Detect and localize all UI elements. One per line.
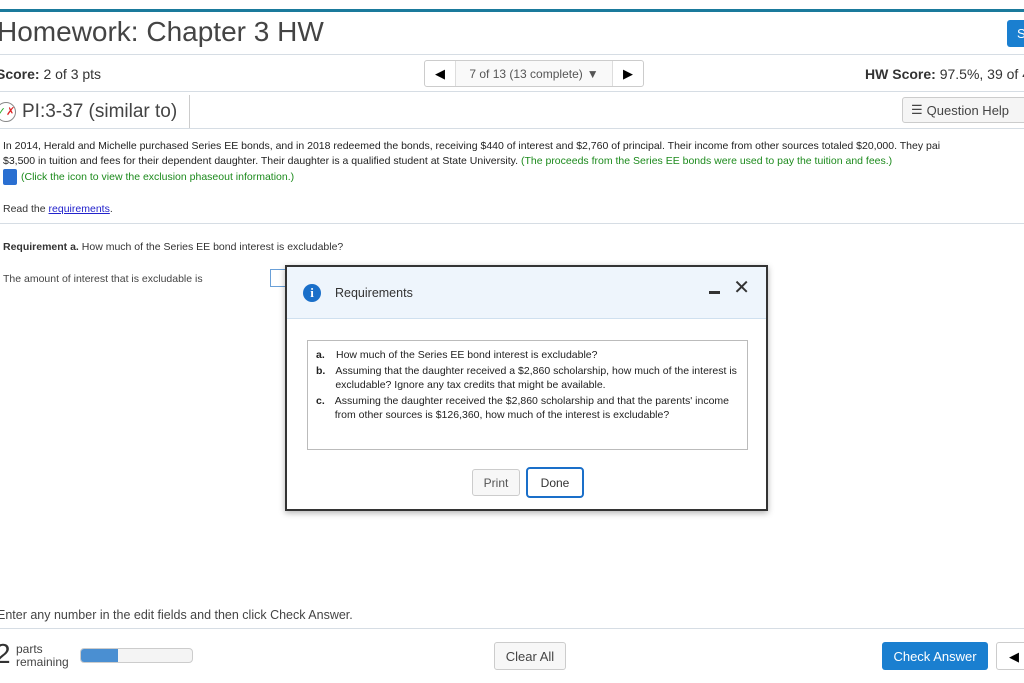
item-letter: a.	[316, 349, 325, 361]
amount-label: The amount of interest that is excludabl…	[3, 273, 203, 285]
question-text-line: $3,500 in tuition and fees for their dep…	[3, 155, 519, 167]
question-note: (The proceeds from the Series EE bonds w…	[520, 155, 893, 167]
score-value: 2 of 3 pts	[43, 66, 102, 82]
item-text: How much of the Series EE bond interest …	[336, 349, 598, 361]
requirement-heading: Requirement a. How much of the Series EE…	[3, 241, 343, 253]
close-button[interactable]: ✕	[733, 275, 750, 300]
requirement-item: a. How much of the Series EE bond interes…	[316, 348, 739, 362]
parts-progress-bar	[80, 648, 193, 663]
info-icon: i	[303, 283, 321, 302]
question-select-dropdown[interactable]: 7 of 13 (13 complete) ▼	[455, 61, 613, 86]
dialog-title: Requirements	[335, 285, 413, 300]
parts-remaining-count: 2	[0, 638, 11, 669]
divider	[0, 223, 1024, 224]
divider	[0, 54, 1024, 55]
read-suffix: .	[109, 203, 113, 215]
read-prefix: Read the	[3, 203, 46, 215]
divider	[0, 91, 1024, 92]
question-navigator: ◀ 7 of 13 (13 complete) ▼ ▶	[424, 60, 644, 87]
question-id: ✓ ✗ PI:3-37 (similar to)	[0, 95, 190, 128]
icon-instruction: (Click the icon to view the exclusion ph…	[21, 170, 295, 183]
book-icon[interactable]	[3, 169, 17, 185]
hw-score-value: 97.5%, 39 of 4	[939, 66, 1024, 82]
question-score: Score: 2 of 3 pts	[0, 66, 101, 82]
previous-button[interactable]: ◀	[996, 642, 1024, 670]
print-button[interactable]: Print	[472, 469, 520, 496]
progress-fill	[81, 649, 118, 662]
dialog-header: i Requirements ✕	[287, 267, 766, 319]
item-text: Assuming the daughter received the $2,86…	[334, 395, 730, 421]
requirements-dialog: i Requirements ✕ a. How much of the Serie…	[285, 265, 768, 511]
item-letter: c.	[316, 395, 325, 407]
requirement-text: How much of the Series EE bond interest …	[81, 241, 344, 253]
minimize-button[interactable]	[709, 291, 720, 294]
caret-down-icon: ▼	[586, 66, 599, 81]
read-requirements: Read the requirements.	[3, 203, 113, 215]
question-help-button[interactable]: ☰ Question Help	[902, 97, 1024, 123]
score-label: Score:	[0, 66, 40, 82]
question-id-text: PI:3-37 (similar to)	[22, 100, 178, 122]
top-accent-bar	[0, 9, 1024, 12]
check-answer-button[interactable]: Check Answer	[882, 642, 988, 670]
item-text: Assuming that the daughter received a $2…	[335, 365, 737, 391]
parts-remaining-label: parts remaining	[16, 643, 69, 669]
requirements-list: a. How much of the Series EE bond interes…	[307, 340, 748, 450]
partial-correct-icon: ✓ ✗	[0, 101, 16, 122]
parts-label-line: remaining	[16, 655, 69, 669]
done-button[interactable]: Done	[526, 467, 584, 498]
list-icon: ☰	[911, 102, 923, 117]
requirement-item: b. Assuming that the daughter received a …	[316, 364, 739, 392]
requirement-label: Requirement a.	[3, 241, 79, 253]
divider	[0, 128, 1024, 129]
question-position: 7 of 13 (13 complete)	[469, 66, 583, 81]
requirements-link[interactable]: requirements	[49, 203, 110, 215]
requirement-item: c. Assuming the daughter received the $2,…	[316, 394, 739, 422]
item-letter: b.	[316, 365, 326, 377]
hw-score: HW Score: 97.5%, 39 of 4	[865, 66, 1024, 82]
next-question-button[interactable]: ▶	[613, 61, 643, 86]
previous-question-button[interactable]: ◀	[425, 61, 455, 86]
question-text: In 2014, Herald and Michelle purchased S…	[3, 139, 1024, 185]
hw-score-label: HW Score:	[865, 66, 936, 82]
question-help-label: Question Help	[926, 102, 1010, 118]
save-button[interactable]: S	[1007, 20, 1024, 47]
clear-all-button[interactable]: Clear All	[494, 642, 566, 670]
page-title: Homework: Chapter 3 HW	[0, 16, 324, 47]
instruction-text: Enter any number in the edit fields and …	[0, 608, 353, 622]
question-text-line: In 2014, Herald and Michelle purchased S…	[3, 140, 941, 152]
divider	[0, 628, 1024, 629]
